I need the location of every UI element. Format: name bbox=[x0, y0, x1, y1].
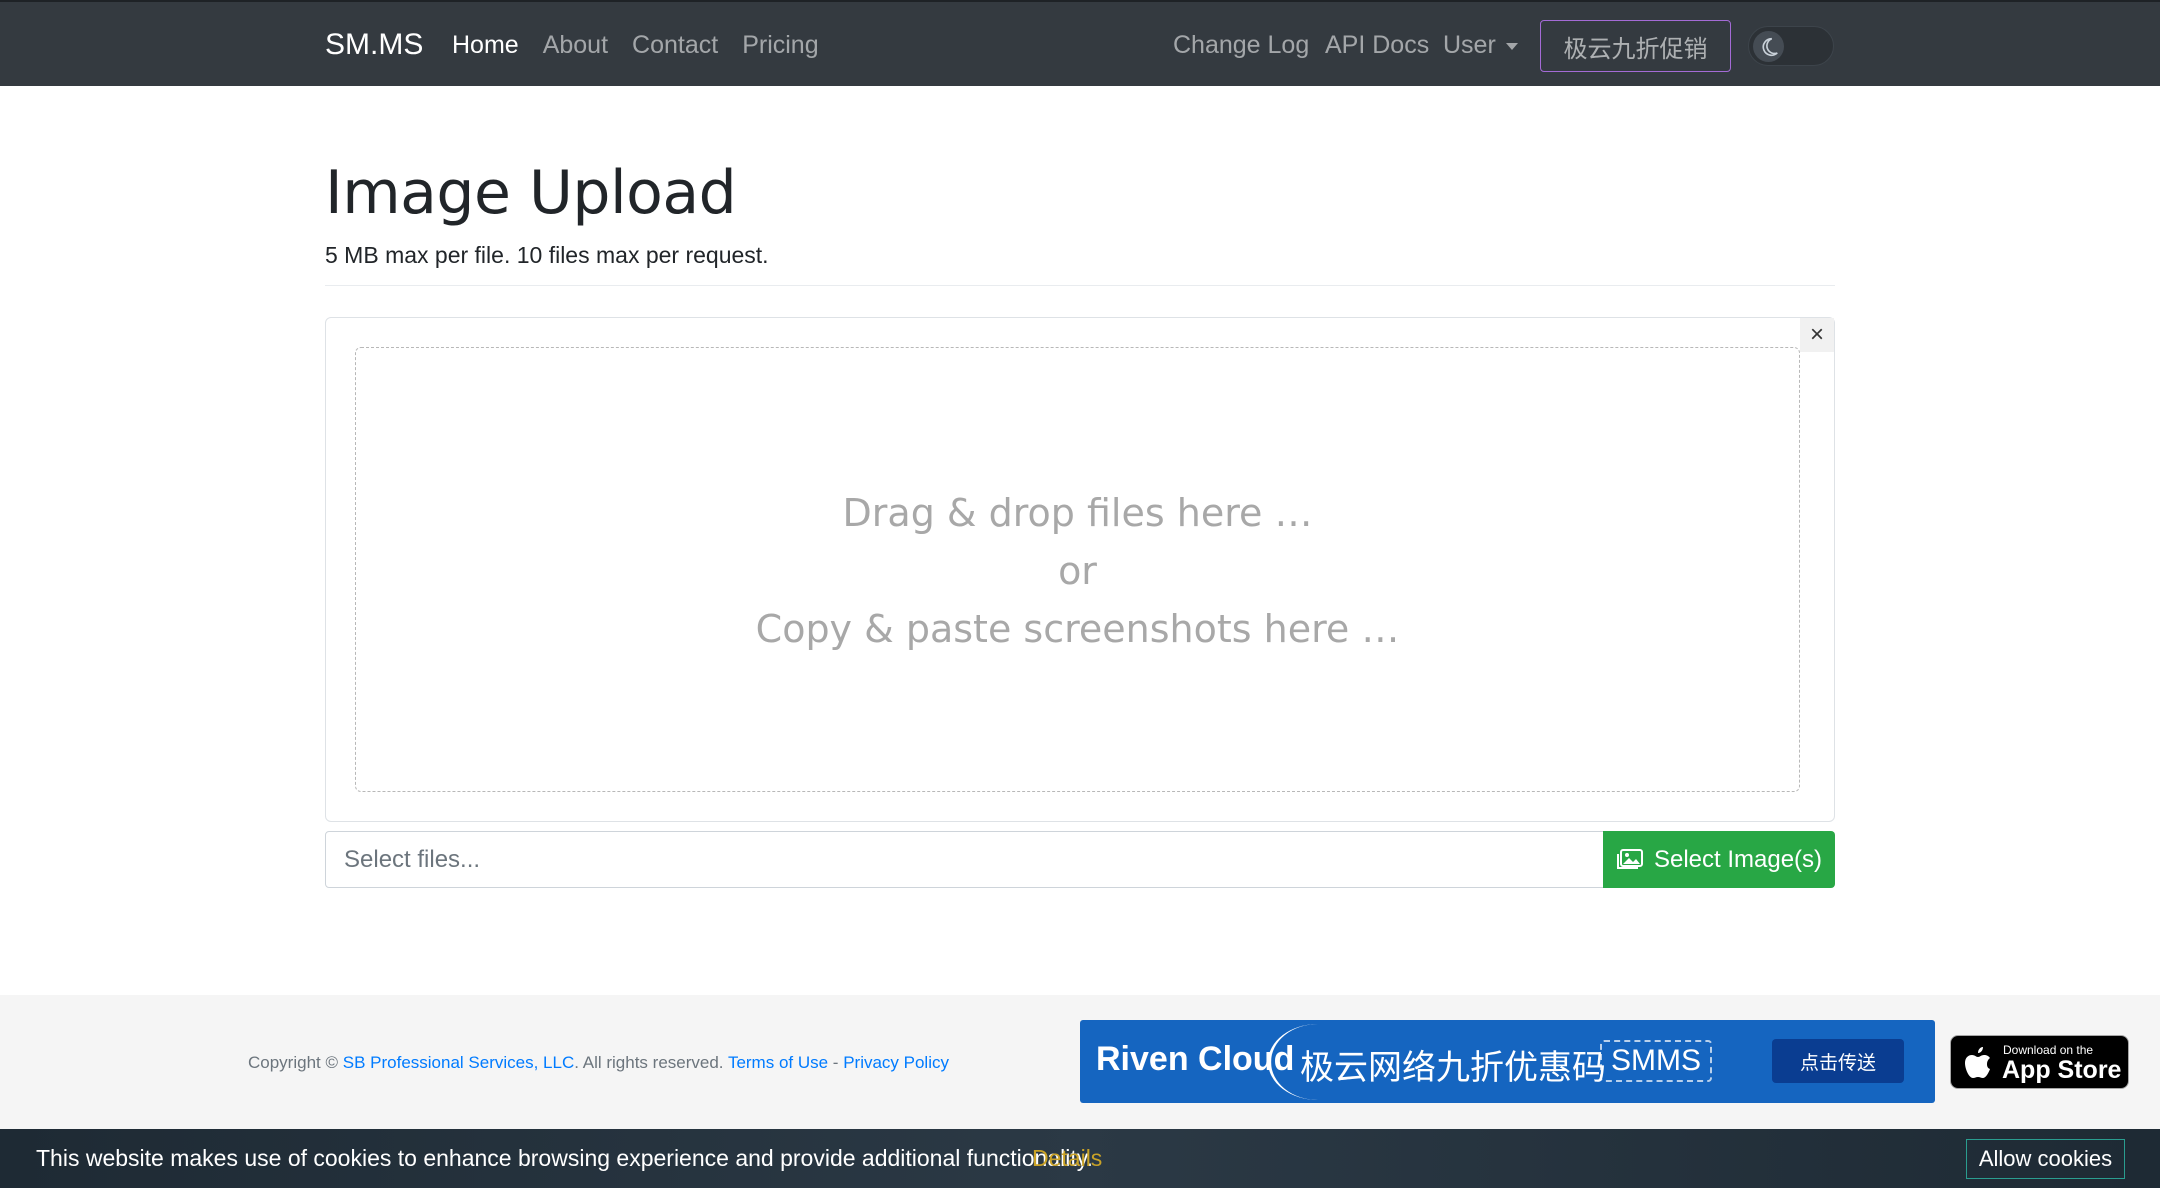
moon-icon bbox=[1753, 31, 1784, 62]
dropzone-line-or: or bbox=[1058, 549, 1097, 593]
privacy-link[interactable]: Privacy Policy bbox=[843, 1053, 949, 1072]
divider bbox=[325, 285, 1835, 286]
cookie-bar: This website makes use of cookies to enh… bbox=[0, 1129, 2160, 1188]
close-icon[interactable]: × bbox=[1800, 318, 1834, 352]
select-images-button[interactable]: Select Image(s) bbox=[1603, 831, 1835, 888]
nav-user-dropdown[interactable]: User bbox=[1443, 31, 1518, 60]
promo-banner[interactable]: Riven Cloud 极云网络九折优惠码 SMMS 点击传送 bbox=[1080, 1020, 1935, 1103]
theme-toggle[interactable] bbox=[1748, 26, 1834, 66]
copyright: Copyright © SB Professional Services, LL… bbox=[248, 1053, 949, 1073]
rights-text: . All rights reserved. bbox=[574, 1053, 728, 1072]
nav-about[interactable]: About bbox=[543, 31, 608, 60]
banner-code: SMMS bbox=[1600, 1040, 1712, 1082]
nav-change-log[interactable]: Change Log bbox=[1173, 31, 1309, 60]
navbar: SM.MS Home About Contact Pricing Change … bbox=[0, 0, 2160, 86]
nav-left: Home About Contact Pricing bbox=[452, 31, 819, 60]
cookie-details-link[interactable]: Details bbox=[1032, 1145, 1102, 1172]
nav-api-docs[interactable]: API Docs bbox=[1325, 31, 1429, 60]
images-icon bbox=[1616, 848, 1643, 869]
nav-user-label: User bbox=[1443, 31, 1496, 59]
promo-button[interactable]: 极云九折促销 bbox=[1540, 20, 1731, 72]
nav-home[interactable]: Home bbox=[452, 31, 519, 60]
copyright-prefix: Copyright © bbox=[248, 1053, 343, 1072]
nav-contact[interactable]: Contact bbox=[632, 31, 718, 60]
select-images-label: Select Image(s) bbox=[1653, 845, 1823, 873]
allow-cookies-button[interactable]: Allow cookies bbox=[1966, 1139, 2125, 1179]
cookie-message: This website makes use of cookies to enh… bbox=[36, 1145, 1093, 1171]
banner-text: 极云网络九折优惠码 bbox=[1300, 1048, 1606, 1088]
link-separator: - bbox=[828, 1053, 844, 1072]
dropzone-line-paste: Copy & paste screenshots here … bbox=[755, 607, 1400, 651]
app-store-small-text: Download on the bbox=[2003, 1043, 2094, 1057]
page-subtitle: 5 MB max per file. 10 files max per requ… bbox=[325, 242, 769, 268]
banner-logo: Riven Cloud bbox=[1096, 1040, 1295, 1078]
terms-link[interactable]: Terms of Use bbox=[728, 1053, 828, 1072]
file-input[interactable]: Select files... bbox=[325, 831, 1604, 888]
company-link[interactable]: SB Professional Services, LLC bbox=[343, 1053, 575, 1072]
brand-logo[interactable]: SM.MS bbox=[325, 28, 423, 62]
chevron-down-icon bbox=[1505, 42, 1518, 50]
apple-icon bbox=[1965, 1047, 1990, 1078]
nav-pricing[interactable]: Pricing bbox=[742, 31, 818, 60]
dropzone-line-drag: Drag & drop files here … bbox=[842, 491, 1313, 535]
app-store-big-text: App Store bbox=[2002, 1056, 2122, 1084]
app-store-badge[interactable]: Download on the App Store bbox=[1950, 1035, 2129, 1089]
page-title: Image Upload bbox=[325, 158, 737, 228]
banner-button[interactable]: 点击传送 bbox=[1772, 1039, 1904, 1083]
